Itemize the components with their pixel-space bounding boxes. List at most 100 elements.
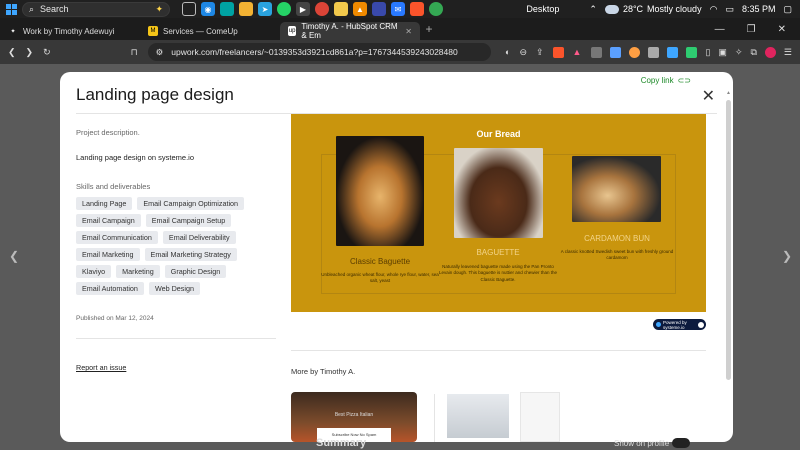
background-page-strip: Summary Show on profile [0, 437, 800, 450]
cardamon-bun-photo [572, 156, 661, 222]
leo-icon[interactable]: ✧ [735, 47, 743, 58]
project-details: Project description. Landing page design… [76, 128, 276, 372]
chrome-alt-icon[interactable] [429, 2, 443, 16]
wifi-icon[interactable]: ◠ [710, 4, 718, 15]
restore-icon[interactable]: ❐ [747, 24, 756, 35]
weather-widget[interactable]: 28°C Mostly cloudy [602, 1, 702, 14]
site-info-icon[interactable]: ⚙ [156, 47, 164, 58]
reload-icon[interactable]: ↻ [43, 47, 51, 58]
extension-icon[interactable] [610, 46, 622, 58]
battery-icon[interactable]: ▭ [725, 4, 734, 15]
edge-icon[interactable] [220, 2, 234, 16]
published-date: Published on Mar 12, 2024 [76, 315, 154, 322]
chevron-up-icon[interactable]: ⌃ [589, 4, 597, 15]
copy-link-button[interactable]: Copy link ⊂⊃ [641, 76, 691, 85]
skill-chip[interactable]: Klaviyo [76, 265, 112, 278]
skill-chip[interactable]: Email Campaign Optimization [137, 197, 245, 210]
close-tab-icon[interactable]: ✕ [405, 27, 412, 36]
share-icon[interactable]: ⇪ [536, 47, 544, 58]
skill-chip[interactable]: Marketing [116, 265, 160, 278]
scroll-up-icon[interactable]: ▲ [726, 90, 731, 96]
minimize-icon[interactable]: — [715, 24, 725, 35]
tab-title: Work by Timothy Adewuyi [23, 26, 115, 36]
comeup-favicon: M [148, 26, 158, 36]
weather-text: Mostly cloudy [647, 4, 702, 14]
project-image: Our Bread Classic Baguette Unbleached or… [291, 114, 706, 312]
skill-chip[interactable]: Email Deliverability [162, 231, 236, 244]
brave-shield-icon[interactable] [552, 46, 564, 58]
skill-chip[interactable]: Landing Page [76, 197, 133, 210]
desktop-label[interactable]: Desktop [526, 4, 559, 14]
extension-icon[interactable] [629, 46, 641, 58]
classic-baguette-photo [336, 136, 424, 246]
folder-icon[interactable] [334, 2, 348, 16]
extension-icon[interactable] [591, 46, 603, 58]
tab-title: Services — ComeUp [163, 26, 238, 36]
new-tab-button[interactable]: + [420, 22, 438, 36]
office-project-thumbnail[interactable] [447, 394, 509, 438]
tab-work-by-timothy[interactable]: ✦ Work by Timothy Adewuyi [0, 22, 140, 40]
forward-icon[interactable]: ❯ [26, 47, 34, 58]
menu-icon[interactable]: ☰ [784, 47, 792, 58]
bread-description: A classic knotted Swedish sweet bun with… [560, 249, 674, 261]
file-explorer-icon[interactable] [239, 2, 253, 16]
extension-icon[interactable] [648, 46, 660, 58]
media-icon[interactable]: ▶ [296, 2, 310, 16]
address-bar: ❮ ❯ ↻ ⊓ ⚙ upwork.com/freelancers/~013935… [0, 40, 800, 64]
close-window-icon[interactable]: ✕ [778, 24, 786, 35]
notifications-icon[interactable]: ▢ [783, 4, 792, 15]
taskbar-search[interactable]: ⌕ Search ✦ [22, 1, 170, 17]
right-divider [291, 350, 706, 351]
wallet-icon[interactable]: ▣ [718, 47, 727, 58]
chrome-icon[interactable]: ◉ [201, 2, 215, 16]
prev-arrow-icon[interactable]: ❮ [9, 249, 19, 263]
skill-chip[interactable]: Email Communication [76, 231, 158, 244]
extension-icon[interactable] [686, 46, 698, 58]
skill-chip[interactable]: Graphic Design [164, 265, 227, 278]
app-icon[interactable] [372, 2, 386, 16]
skill-chip[interactable]: Email Campaign Setup [145, 214, 232, 227]
show-on-profile-toggle[interactable] [672, 438, 690, 448]
start-button[interactable] [0, 0, 22, 18]
report-issue-link[interactable]: Report an issue [76, 363, 276, 372]
profile-icon[interactable] [764, 46, 776, 58]
bookmark-icon[interactable]: ⊓ [131, 47, 138, 58]
brave-icon[interactable] [410, 2, 424, 16]
systeme-badge[interactable]: Powered by systeme.io [653, 319, 706, 330]
sidebar-icon[interactable]: ▯ [705, 47, 710, 58]
mail-icon[interactable]: ✉ [391, 2, 405, 16]
back-icon[interactable]: ❮ [8, 47, 16, 58]
telegram-icon[interactable]: ➤ [258, 2, 272, 16]
project-description: Landing page design on systeme.io [76, 153, 195, 162]
chrome-profile-icon[interactable] [315, 2, 329, 16]
skill-chip[interactable]: Email Marketing [76, 248, 140, 261]
skill-chip[interactable]: Web Design [148, 282, 200, 295]
link-icon: ⊂⊃ [677, 76, 691, 85]
left-divider [76, 338, 276, 339]
extensions-puzzle-icon[interactable]: ⧉ [750, 47, 756, 58]
copy-link-label: Copy link [640, 76, 674, 85]
task-view-icon[interactable] [182, 2, 196, 16]
zoom-icon[interactable]: ⊖ [519, 47, 527, 58]
skill-chip[interactable]: Email Campaign [76, 214, 141, 227]
extension-icon[interactable] [667, 46, 679, 58]
modal-scrollbar[interactable] [726, 100, 731, 380]
brave-rewards-icon[interactable]: ▲ [573, 47, 582, 57]
pizza-project-thumbnail[interactable]: Best Pizza Italian Subscribe Now No Spam [291, 392, 417, 442]
vlc-icon[interactable]: ▲ [353, 2, 367, 16]
skill-chip[interactable]: Email Marketing Strategy [144, 248, 237, 261]
upwork-favicon: ✦ [10, 28, 16, 35]
close-modal-icon[interactable]: ✕ [702, 89, 715, 105]
skill-chip[interactable]: Email Automation [76, 282, 144, 295]
clock[interactable]: 8:35 PM [742, 4, 776, 14]
windows-taskbar: ⌕ Search ✦ ◉ ➤ ▶ ▲ ✉ Desktop ⌃ 28°C Most… [0, 0, 800, 18]
baguette-photo [454, 148, 543, 238]
url-field[interactable]: ⚙ upwork.com/freelancers/~0139353d3921cd… [147, 43, 492, 61]
form-project-thumbnail[interactable] [520, 392, 560, 442]
next-arrow-icon[interactable]: ❯ [782, 249, 792, 263]
browser-tab-bar: ✦ Work by Timothy Adewuyi M Services — C… [0, 18, 800, 40]
whatsapp-icon[interactable] [277, 2, 291, 16]
tab-services-comeup[interactable]: M Services — ComeUp [140, 22, 280, 40]
reader-icon[interactable]: ◐ [505, 47, 510, 57]
tab-timothy-hubspot[interactable]: up Timothy A. - HubSpot CRM & Em ✕ [280, 22, 420, 40]
